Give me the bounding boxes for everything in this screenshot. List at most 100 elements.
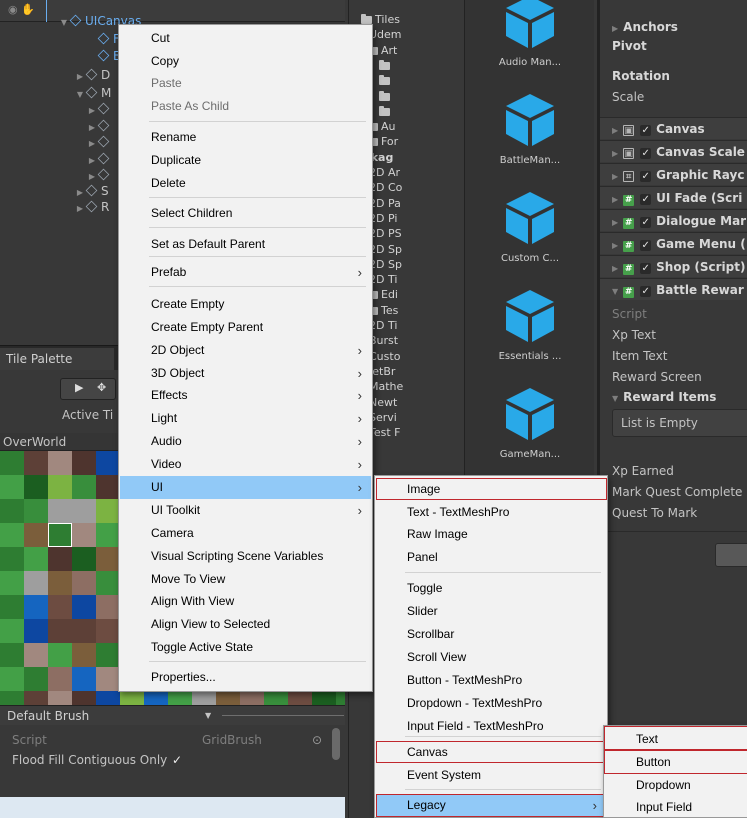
component-enabled-checkbox[interactable]: ✓ [640, 171, 652, 182]
project-folder-item[interactable] [379, 105, 393, 119]
brush-slider[interactable] [222, 715, 344, 716]
tile-cell[interactable] [48, 595, 72, 619]
select-tool-icon[interactable]: ▶ [75, 381, 83, 394]
tile-cell[interactable] [0, 547, 24, 571]
tile-cell[interactable] [96, 475, 120, 499]
move-tool-icon[interactable]: ✥ [97, 381, 106, 394]
tile-cell[interactable] [0, 475, 24, 499]
component-enabled-checkbox[interactable]: ✓ [640, 240, 652, 251]
tile-cell[interactable] [72, 475, 96, 499]
inspector-button[interactable] [715, 543, 747, 567]
collapse-icon[interactable]: ▼ [612, 287, 618, 296]
tile-cell[interactable] [24, 643, 48, 667]
tile-cell[interactable] [288, 691, 312, 705]
tile-cell[interactable] [96, 547, 120, 571]
tile-cell[interactable] [24, 547, 48, 571]
tile-cell[interactable] [0, 523, 24, 547]
expand-icon[interactable]: ▶ [74, 200, 86, 218]
menu-item-panel[interactable]: Panel [376, 546, 606, 569]
flood-fill-checkbox[interactable]: ✓ [172, 750, 182, 770]
asset-item[interactable]: Essentials ... [465, 284, 595, 362]
menu-item-scroll-view[interactable]: Scroll View [376, 646, 606, 669]
tile-cell[interactable] [0, 451, 24, 475]
menu-item-camera[interactable]: Camera [120, 522, 371, 545]
visibility-icon[interactable]: ◉ ✋ [8, 3, 35, 16]
tile-cell[interactable] [72, 691, 96, 705]
menu-item-select-children[interactable]: Select Children [120, 202, 371, 225]
component-header[interactable]: ▶ # ✓ Shop (Script) [600, 255, 747, 277]
tile-cell[interactable] [96, 667, 120, 691]
menu-item-ui-toolkit[interactable]: UI Toolkit › [120, 499, 371, 522]
tile-cell[interactable] [48, 499, 72, 523]
component-enabled-checkbox[interactable]: ✓ [640, 263, 652, 274]
menu-item-button-textmeshpro[interactable]: Button - TextMeshPro [376, 669, 606, 692]
tile-cell[interactable] [0, 643, 24, 667]
tile-palette-toolbar[interactable]: ▶ ✥ [60, 378, 116, 400]
object-picker-icon[interactable]: ⊙ [312, 730, 322, 750]
menu-item-text-textmeshpro[interactable]: Text - TextMeshPro [376, 501, 606, 524]
tile-cell[interactable] [96, 691, 120, 705]
component-header[interactable]: ▶ # ✓ Dialogue Mar [600, 209, 747, 231]
tile-cell[interactable] [48, 691, 72, 705]
menu-item-legacy[interactable]: Legacy › [376, 794, 606, 817]
tile-cell[interactable] [312, 691, 336, 705]
tile-cell[interactable] [48, 643, 72, 667]
component-header[interactable]: ▶ ▣ ✓ Canvas Scale [600, 140, 747, 162]
hierarchy-row[interactable]: ▶ [86, 100, 113, 118]
tab-tile-palette[interactable]: Tile Palette [0, 348, 114, 370]
menu-item-effects[interactable]: Effects › [120, 384, 371, 407]
menu-item-toggle[interactable]: Toggle [376, 577, 606, 600]
tile-cell[interactable] [120, 691, 144, 705]
expand-icon[interactable]: ▶ [612, 264, 618, 273]
tile-cell[interactable] [240, 691, 264, 705]
project-folder-item[interactable] [379, 90, 393, 104]
asset-item[interactable]: GameMan... [465, 382, 595, 460]
tile-cell[interactable] [72, 595, 96, 619]
menu-item-dropdown-textmeshpro[interactable]: Dropdown - TextMeshPro [376, 692, 606, 715]
menu-item-duplicate[interactable]: Duplicate [120, 149, 371, 172]
expand-icon[interactable]: ▶ [612, 149, 618, 158]
menu-item-cut[interactable]: Cut [120, 27, 371, 50]
tile-cell[interactable] [264, 691, 288, 705]
tile-cell[interactable] [0, 595, 24, 619]
hierarchy-row[interactable]: ▶ [86, 133, 113, 151]
tile-cell[interactable] [48, 571, 72, 595]
menu-item-event-system[interactable]: Event System [376, 764, 606, 787]
component-enabled-checkbox[interactable]: ✓ [640, 194, 652, 205]
menu-item-video[interactable]: Video › [120, 453, 371, 476]
tile-cell[interactable] [96, 643, 120, 667]
menu-item-toggle-active-state[interactable]: Toggle Active State [120, 636, 371, 659]
scrollbar-thumb[interactable] [332, 728, 340, 760]
asset-item[interactable]: Audio Man... [465, 0, 595, 68]
component-header[interactable]: ▶ ⌗ ✓ Graphic Rayc [600, 163, 747, 185]
menu-item-raw-image[interactable]: Raw Image [376, 523, 606, 546]
collapse-icon[interactable]: ▼ [58, 14, 70, 32]
tile-cell[interactable] [96, 619, 120, 643]
tile-cell[interactable] [72, 499, 96, 523]
hierarchy-row[interactable]: ▶ R [74, 198, 109, 216]
menu-item-set-as-default-parent[interactable]: Set as Default Parent [120, 233, 371, 256]
tile-cell[interactable] [24, 619, 48, 643]
tile-cell[interactable] [72, 547, 96, 571]
expand-icon[interactable]: ▶ [612, 218, 618, 227]
tile-cell[interactable] [216, 691, 240, 705]
tile-cell[interactable] [96, 451, 120, 475]
menu-item-input-field[interactable]: Input Field [605, 796, 747, 818]
brush-dropdown[interactable]: Default Brush ▼ [0, 705, 345, 725]
tile-cell[interactable] [72, 643, 96, 667]
tile-cell[interactable] [72, 667, 96, 691]
menu-item-create-empty[interactable]: Create Empty [120, 293, 371, 316]
menu-item-dropdown[interactable]: Dropdown [605, 774, 747, 797]
tile-cell[interactable] [96, 595, 120, 619]
tile-cell[interactable] [96, 523, 120, 547]
menu-item-align-with-view[interactable]: Align With View [120, 590, 371, 613]
tile-cell[interactable] [24, 667, 48, 691]
menu-item-delete[interactable]: Delete [120, 172, 371, 195]
tile-cell[interactable] [168, 691, 192, 705]
tile-cell[interactable] [72, 619, 96, 643]
tile-cell[interactable] [0, 619, 24, 643]
tile-cell[interactable] [48, 547, 72, 571]
tile-cell[interactable] [96, 499, 120, 523]
tile-cell[interactable] [0, 691, 24, 705]
tile-cell[interactable] [72, 523, 96, 547]
